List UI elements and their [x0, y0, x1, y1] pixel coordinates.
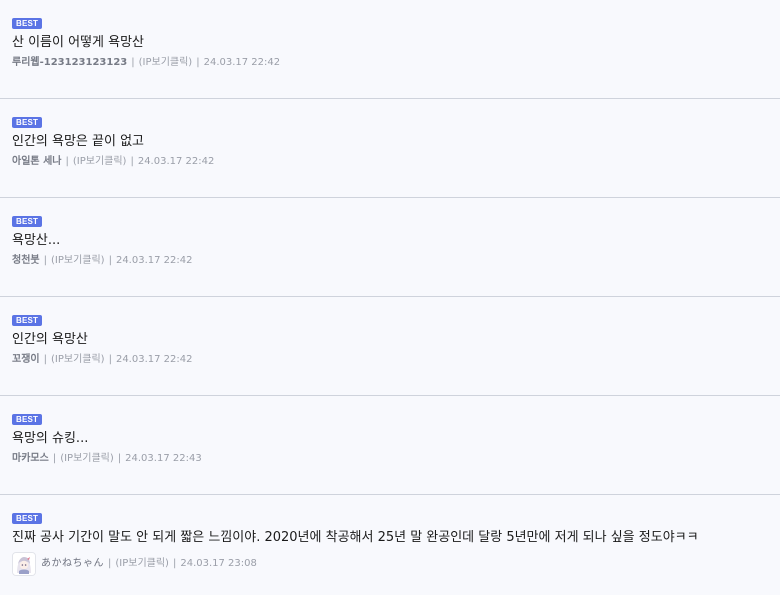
- comment-nickname[interactable]: 마카모스: [12, 452, 49, 466]
- comment-date: 24.03.17 22:42: [115, 354, 193, 365]
- ip-view-link[interactable]: (IP보기클릭): [139, 56, 193, 70]
- meta-separator: |: [108, 255, 112, 266]
- ip-view-link[interactable]: (IP보기클릭): [115, 557, 169, 571]
- comment-date: 24.03.17 23:08: [180, 558, 257, 569]
- best-badge: BEST: [12, 315, 43, 326]
- comment-nickname[interactable]: 청천붓: [12, 254, 40, 268]
- comment-meta: 루리웹-123123123123 | (IP보기클릭) | 24.03.17 2…: [12, 56, 768, 70]
- ip-view-link[interactable]: (IP보기클릭): [73, 155, 127, 169]
- comment-item: BEST 산 이름이 어떻게 욕망산 루리웹-123123123123 | (I…: [0, 0, 780, 99]
- comment-nickname[interactable]: あかねちゃん: [41, 557, 104, 571]
- ip-view-link[interactable]: (IP보기클릭): [60, 452, 114, 466]
- comment-nickname[interactable]: 꼬쟁이: [12, 353, 40, 367]
- comment-meta: 마카모스 | (IP보기클릭) | 24.03.17 22:43: [12, 452, 768, 466]
- ip-view-link[interactable]: (IP보기클릭): [51, 254, 105, 268]
- comment-date: 24.03.17 22:43: [125, 453, 202, 464]
- meta-separator: |: [43, 255, 47, 266]
- comment-meta: あかねちゃん | (IP보기클릭) | 24.03.17 23:08: [12, 552, 768, 576]
- best-badge: BEST: [12, 18, 43, 29]
- avatar-image: [13, 553, 35, 575]
- meta-separator: |: [108, 558, 112, 569]
- comment-meta: 아일톤 세나 | (IP보기클릭) | 24.03.17 22:42: [12, 155, 768, 169]
- meta-separator: |: [131, 57, 135, 68]
- comment-meta: 청천붓 | (IP보기클릭) | 24.03.17 22:42: [12, 254, 768, 268]
- anime-girl-avatar-icon[interactable]: [12, 552, 36, 576]
- best-badge: BEST: [12, 216, 43, 227]
- best-badge: BEST: [12, 513, 43, 524]
- ip-view-link[interactable]: (IP보기클릭): [51, 353, 105, 367]
- comment-date: 24.03.17 22:42: [115, 255, 193, 266]
- comment-item: BEST 욕망산... 청천붓 | (IP보기클릭) | 24.03.17 22…: [0, 198, 780, 297]
- meta-separator: |: [196, 57, 200, 68]
- comment-item: BEST 진짜 공사 기간이 말도 안 되게 짧은 느낌이야. 2020년에 착…: [0, 495, 780, 595]
- meta-separator: |: [43, 354, 47, 365]
- comment-item: BEST 인간의 욕망은 끝이 없고 아일톤 세나 | (IP보기클릭) | 2…: [0, 99, 780, 198]
- comment-date: 24.03.17 22:42: [137, 156, 215, 167]
- meta-separator: |: [117, 453, 122, 464]
- comment-item: BEST 욕망의 슈킹... 마카모스 | (IP보기클릭) | 24.03.1…: [0, 396, 780, 495]
- meta-separator: |: [52, 453, 57, 464]
- comment-text: 산 이름이 어떻게 욕망산: [12, 35, 144, 50]
- best-badge: BEST: [12, 414, 43, 425]
- comment-list: BEST 산 이름이 어떻게 욕망산 루리웹-123123123123 | (I…: [0, 0, 780, 589]
- meta-separator: |: [65, 156, 69, 167]
- comment-text: 인간의 욕망산: [12, 332, 88, 347]
- comment-item: BEST 인간의 욕망산 꼬쟁이 | (IP보기클릭) | 24.03.17 2…: [0, 297, 780, 396]
- comment-text: 욕망의 슈킹...: [12, 431, 89, 446]
- comment-text: 진짜 공사 기간이 말도 안 되게 짧은 느낌이야. 2020년에 착공해서 2…: [12, 530, 699, 545]
- meta-separator: |: [130, 156, 134, 167]
- best-badge: BEST: [12, 117, 43, 128]
- comment-nickname[interactable]: 아일톤 세나: [12, 155, 61, 169]
- meta-separator: |: [172, 558, 177, 569]
- comment-meta: 꼬쟁이 | (IP보기클릭) | 24.03.17 22:42: [12, 353, 768, 367]
- comment-date: 24.03.17 22:42: [203, 57, 281, 68]
- comment-nickname[interactable]: 루리웹-123123123123: [12, 56, 127, 70]
- meta-separator: |: [108, 354, 112, 365]
- comment-text: 인간의 욕망은 끝이 없고: [12, 134, 144, 149]
- comment-text: 욕망산...: [12, 233, 61, 248]
